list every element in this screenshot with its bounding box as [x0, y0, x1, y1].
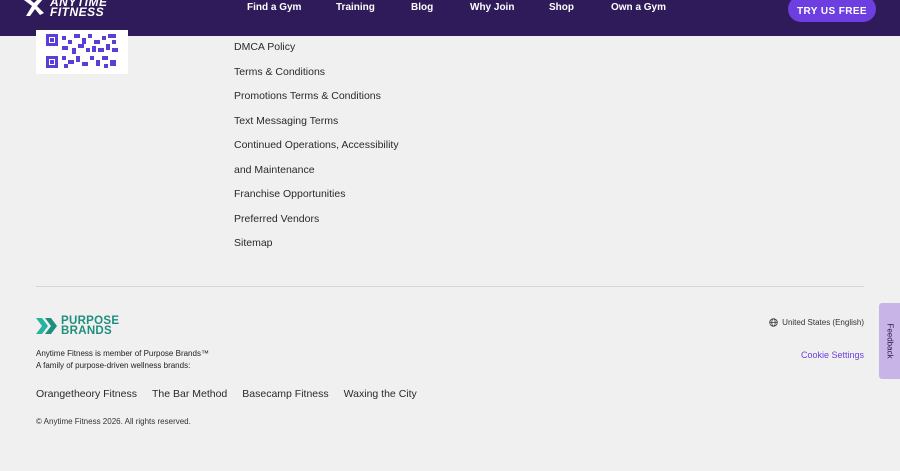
feedback-tab[interactable]: Feedback	[879, 303, 900, 379]
purpose-brands-wordmark: PURPOSE BRANDS	[61, 315, 119, 337]
region-selector[interactable]: United States (English)	[769, 318, 864, 327]
purpose-brands-chevron-icon	[36, 318, 57, 334]
link-continued-operations-line2[interactable]: and Maintenance	[234, 161, 399, 186]
qr-code-icon	[46, 34, 118, 68]
region-label: United States (English)	[782, 318, 864, 327]
legal-links-list: DMCA Policy Terms & Conditions Promotion…	[234, 38, 399, 259]
try-us-free-button[interactable]: TRY US FREE	[788, 0, 876, 22]
qr-code	[36, 30, 128, 74]
nav-own-a-gym[interactable]: Own a Gym	[611, 2, 666, 13]
nav-blog[interactable]: Blog	[411, 2, 433, 13]
link-sitemap[interactable]: Sitemap	[234, 234, 399, 259]
member-text: Anytime Fitness is member of Purpose Bra…	[36, 349, 209, 358]
link-terms-conditions[interactable]: Terms & Conditions	[234, 63, 399, 88]
brand-basecamp[interactable]: Basecamp Fitness	[242, 388, 328, 400]
family-text: A family of purpose-driven wellness bran…	[36, 361, 191, 370]
brand-waxing-the-city[interactable]: Waxing the City	[344, 388, 417, 400]
brand-bar-method[interactable]: The Bar Method	[152, 388, 227, 400]
purpose-brands-logo[interactable]: PURPOSE BRANDS	[36, 315, 119, 337]
link-text-messaging-terms[interactable]: Text Messaging Terms	[234, 112, 399, 137]
brand-orangetheory[interactable]: Orangetheory Fitness	[36, 388, 137, 400]
link-promotions-terms[interactable]: Promotions Terms & Conditions	[234, 87, 399, 112]
copyright-text: © Anytime Fitness 2026. All rights reser…	[36, 417, 191, 426]
nav-training[interactable]: Training	[336, 2, 375, 13]
link-franchise-opportunities[interactable]: Franchise Opportunities	[234, 185, 399, 210]
feedback-label: Feedback	[885, 323, 894, 359]
purpose-brands-line2: BRANDS	[61, 325, 112, 337]
nav-shop[interactable]: Shop	[549, 2, 574, 13]
footer-divider	[36, 286, 864, 287]
cookie-settings-link[interactable]: Cookie Settings	[801, 350, 864, 360]
link-preferred-vendors[interactable]: Preferred Vendors	[234, 210, 399, 235]
globe-icon	[769, 318, 778, 327]
nav-why-join[interactable]: Why Join	[470, 2, 514, 13]
brand-links: Orangetheory Fitness The Bar Method Base…	[36, 388, 417, 400]
link-dmca-policy[interactable]: DMCA Policy	[234, 38, 399, 63]
nav-find-a-gym[interactable]: Find a Gym	[247, 2, 301, 13]
top-navigation-bar: ANYTIME FITNESS Find a Gym Training Blog…	[0, 0, 900, 36]
main-nav: Find a Gym Training Blog Why Join Shop O…	[0, 0, 900, 18]
link-continued-operations[interactable]: Continued Operations, Accessibility	[234, 136, 399, 161]
